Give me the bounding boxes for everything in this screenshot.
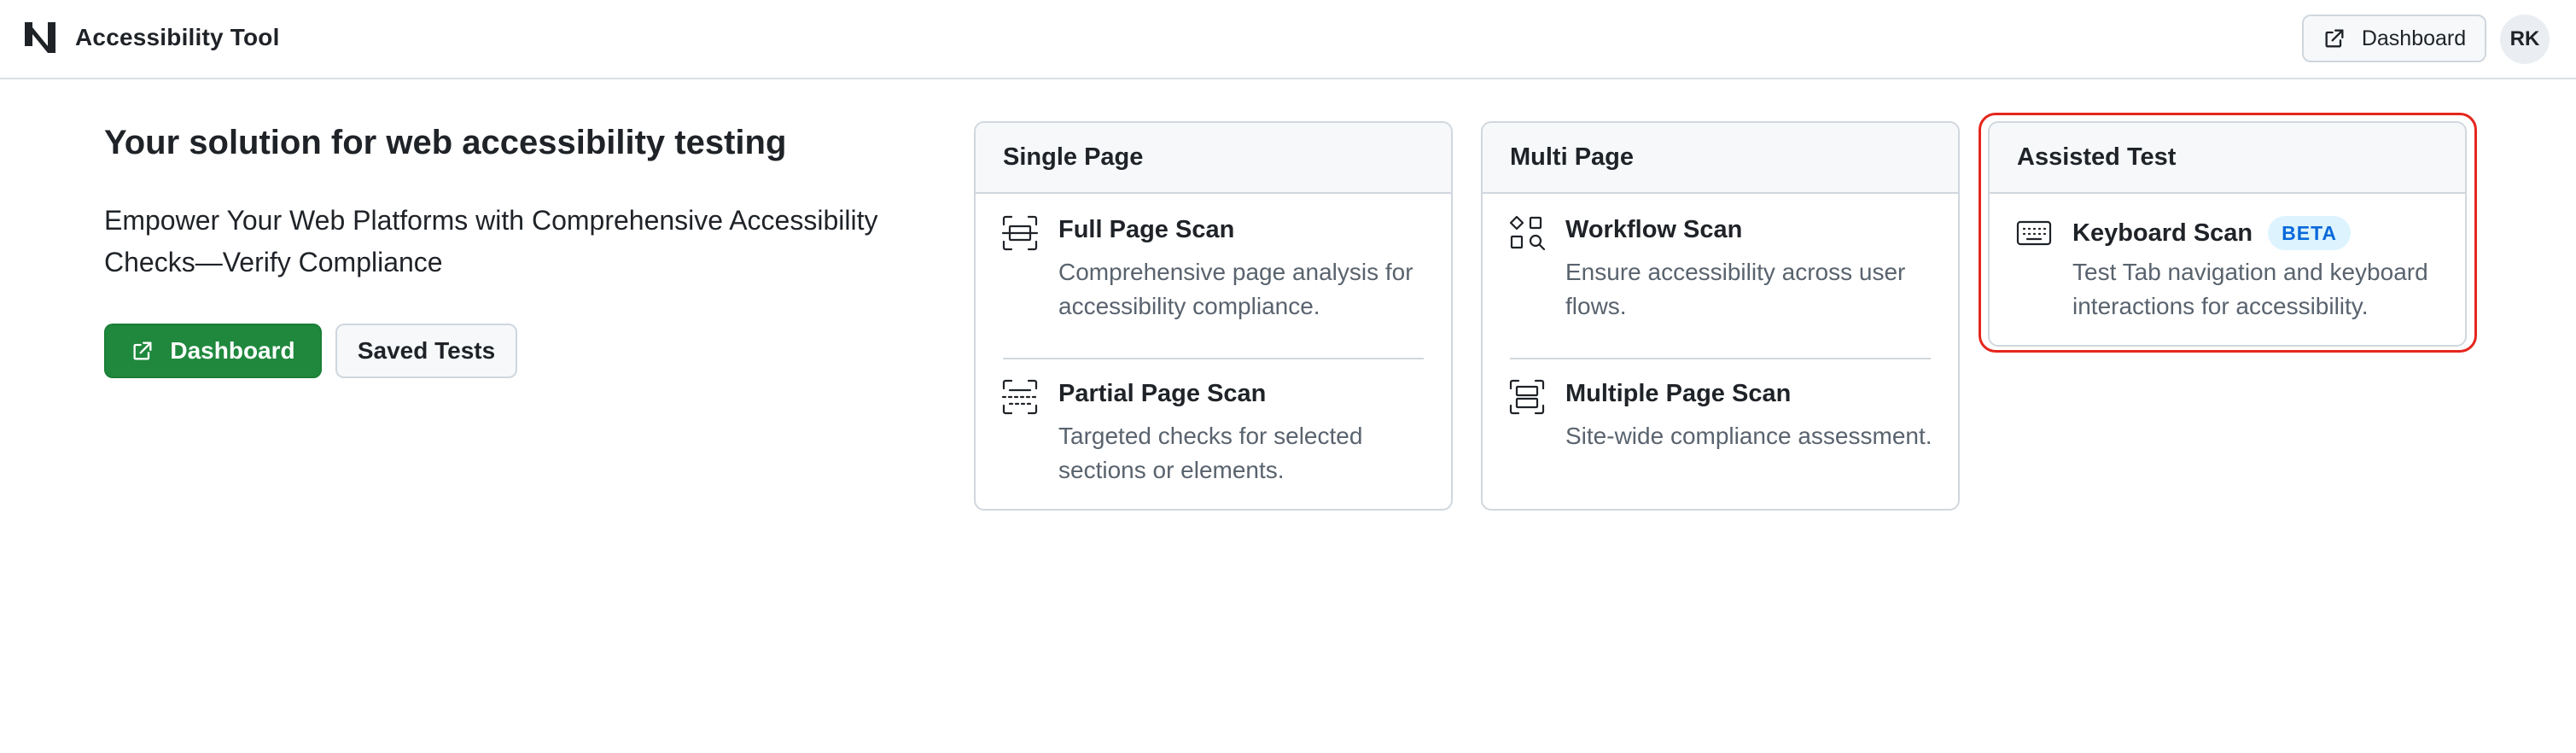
partial-page-scan-title: Partial Page Scan: [1058, 380, 1267, 407]
header-dashboard-button[interactable]: Dashboard: [2302, 15, 2486, 62]
workflow-scan-option[interactable]: Workflow Scan Ensure accessibility acros…: [1483, 194, 1958, 358]
external-link-icon: [133, 341, 152, 360]
brand-logo-icon: [25, 22, 55, 53]
workflow-scan-icon: [1509, 215, 1546, 251]
beta-badge: BETA: [2268, 216, 2352, 250]
keyboard-icon: [2016, 220, 2052, 246]
multi-page-card: Multi Page Workflow Scan Ensure accessib…: [1481, 121, 1960, 511]
item-title: Partial Page Scan: [1058, 380, 1266, 408]
card-title: Assisted Test: [1990, 123, 2465, 194]
item-description: Test Tab navigation and keyboard interac…: [2072, 259, 2428, 319]
item-description: Comprehensive page analysis for accessib…: [1058, 259, 1413, 319]
app-name: Accessibility Tool: [75, 24, 280, 50]
top-navigation-bar: Accessibility Tool Dashboard RK: [0, 0, 2576, 79]
item-title: Multiple Page Scan: [1565, 380, 1791, 408]
workflow-scan-title: Workflow Scan: [1565, 216, 1743, 243]
external-link-icon: [2325, 29, 2344, 48]
single-page-card: Single Page Full Page Scan Comprehensive…: [974, 121, 1453, 511]
item-title: Full Page Scan: [1058, 216, 1234, 244]
partial-page-scan-option[interactable]: Partial Page Scan Targeted checks for se…: [976, 358, 1451, 509]
multiple-page-scan-option[interactable]: Multiple Page Scan Site-wide compliance …: [1483, 358, 1958, 509]
brand[interactable]: Accessibility Tool: [24, 19, 280, 56]
assisted-test-card: Assisted Test Keyboard Scan BETA Test Ta…: [1988, 121, 2467, 347]
page-title: Your solution for web accessibility test…: [104, 124, 787, 161]
saved-tests-button-label: Saved Tests: [357, 337, 496, 364]
card-title: Multi Page: [1483, 123, 1958, 194]
item-description: Targeted checks for selected sections or…: [1058, 423, 1363, 483]
full-page-scan-title: Full Page Scan: [1058, 216, 1235, 243]
full-page-scan-icon: [1001, 215, 1039, 251]
item-description: Site-wide compliance assessment.: [1565, 423, 1932, 449]
card-title: Single Page: [976, 123, 1451, 194]
partial-page-scan-icon: [1001, 379, 1039, 415]
item-description: Ensure accessibility across user flows.: [1565, 259, 1906, 319]
keyboard-scan-option[interactable]: Keyboard Scan BETA Test Tab navigation a…: [1990, 194, 2465, 345]
saved-tests-button[interactable]: Saved Tests: [335, 324, 517, 378]
multiple-page-scan-icon: [1509, 379, 1545, 415]
multiple-page-scan-title: Multiple Page Scan: [1565, 380, 1792, 407]
header-dashboard-label: Dashboard: [2361, 26, 2467, 50]
dashboard-button-label: Dashboard: [170, 337, 295, 364]
keyboard-scan-title: Keyboard Scan: [2072, 219, 2253, 247]
item-title: Workflow Scan: [1565, 216, 1742, 244]
full-page-scan-option[interactable]: Full Page Scan Comprehensive page analys…: [976, 194, 1451, 358]
item-title: Keyboard Scan BETA: [2072, 216, 2352, 250]
page-subtitle: Empower Your Web Platforms with Comprehe…: [104, 205, 878, 277]
dashboard-button[interactable]: Dashboard: [104, 324, 322, 378]
avatar[interactable]: RK: [2500, 15, 2550, 64]
